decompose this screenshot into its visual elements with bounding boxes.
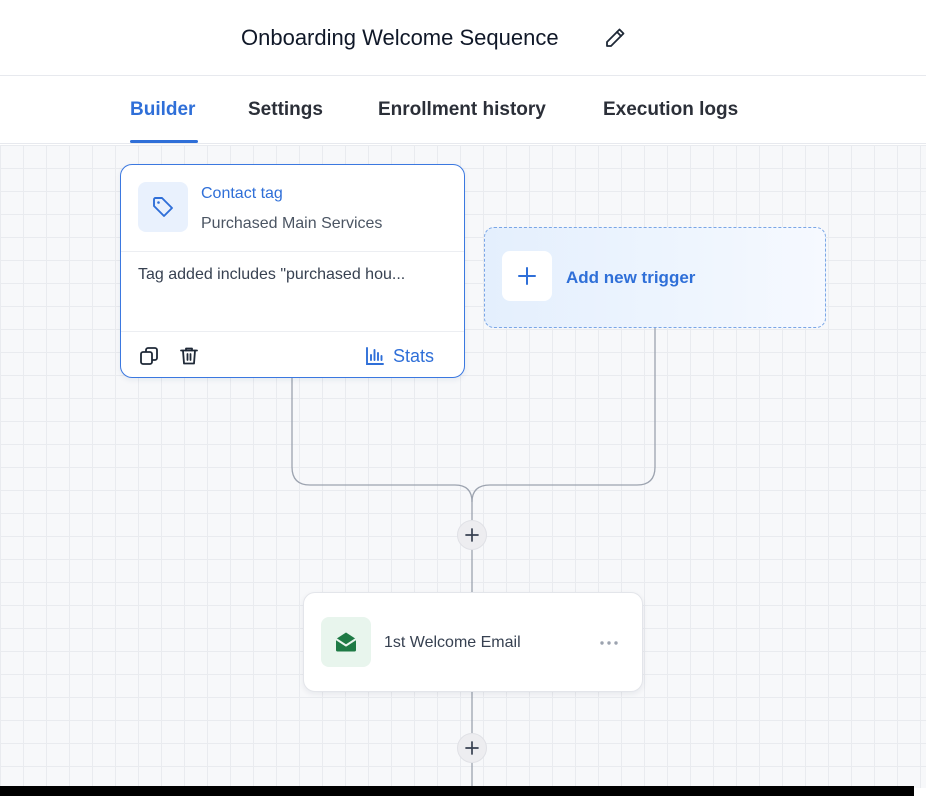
- add-step-button[interactable]: [457, 733, 487, 763]
- email-step-name: 1st Welcome Email: [384, 634, 521, 651]
- ellipsis-icon[interactable]: [597, 633, 621, 653]
- screen-bottom-edge: [0, 786, 914, 796]
- plus-icon: [465, 741, 479, 755]
- email-step-card[interactable]: 1st Welcome Email: [303, 592, 643, 692]
- tab-builder[interactable]: Builder: [130, 98, 195, 122]
- tab-bar: Builder Settings Enrollment history Exec…: [0, 76, 926, 144]
- add-step-button[interactable]: [457, 520, 487, 550]
- plus-icon: [518, 267, 536, 285]
- bar-chart-icon: [366, 347, 384, 365]
- copy-icon[interactable]: [138, 345, 160, 367]
- tab-execution-logs[interactable]: Execution logs: [603, 98, 738, 122]
- workflow-title: Onboarding Welcome Sequence: [241, 25, 559, 50]
- tab-settings[interactable]: Settings: [248, 98, 323, 122]
- trigger-description: Tag added includes "purchased hou...: [138, 266, 406, 283]
- active-tab-indicator: [130, 140, 198, 143]
- stats-label: Stats: [393, 345, 435, 366]
- trigger-name: Contact tag: [201, 185, 283, 202]
- trigger-icon-box: [138, 182, 188, 232]
- card-divider: [121, 331, 464, 332]
- tab-enrollment-history[interactable]: Enrollment history: [378, 98, 546, 122]
- tag-icon: [153, 197, 173, 217]
- trigger-subtitle: Purchased Main Services: [201, 215, 383, 232]
- add-new-trigger-button[interactable]: Add new trigger: [484, 227, 826, 328]
- plus-icon: [465, 528, 479, 542]
- trigger-card-contact-tag[interactable]: Contact tag Purchased Main Services Tag …: [120, 164, 465, 378]
- envelope-icon: [335, 632, 357, 652]
- add-trigger-icon-box: [502, 251, 552, 301]
- card-divider: [121, 251, 464, 252]
- email-icon-box: [321, 617, 371, 667]
- trash-icon[interactable]: [178, 345, 200, 367]
- pencil-icon[interactable]: [603, 26, 627, 50]
- stats-button[interactable]: Stats: [365, 343, 434, 369]
- workflow-header: Onboarding Welcome Sequence: [0, 0, 926, 76]
- workflow-canvas[interactable]: Contact tag Purchased Main Services Tag …: [0, 145, 926, 788]
- add-trigger-label: Add new trigger: [566, 268, 696, 287]
